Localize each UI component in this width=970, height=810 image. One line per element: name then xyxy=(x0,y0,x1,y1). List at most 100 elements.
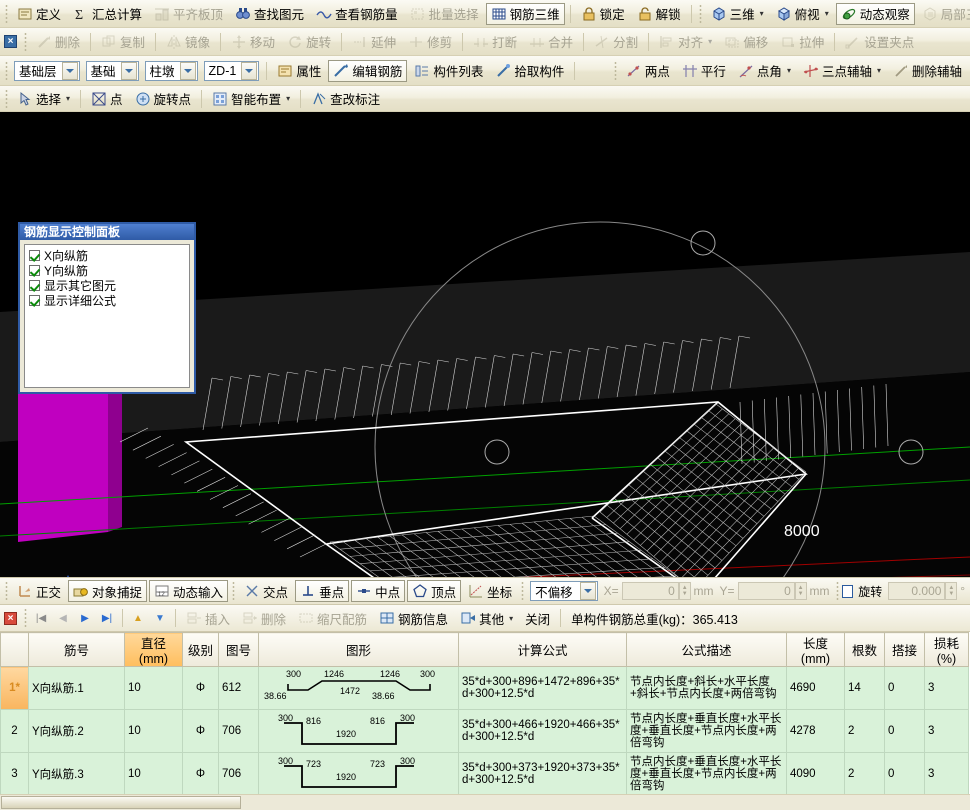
grid-header-shape_no[interactable]: 图号 xyxy=(219,633,259,667)
toolbar-button-lock[interactable]: 锁定 xyxy=(576,3,630,25)
nav-move-down[interactable]: ▼ xyxy=(149,608,171,628)
checkbox-icon[interactable] xyxy=(29,280,40,291)
rebar-grid-container[interactable]: 筋号直径(mm)级别图号图形计算公式公式描述长度(mm)根数搭接损耗(%) 1*… xyxy=(0,632,970,810)
cell-bar_no[interactable]: Y向纵筋.2 xyxy=(29,710,125,753)
toolbar-button-view-rebar[interactable]: 查看钢筋量 xyxy=(311,3,403,25)
nav-first-record[interactable]: |◀ xyxy=(30,608,52,628)
nav-move-up[interactable]: ▲ xyxy=(127,608,149,628)
toolbar-button-unlock[interactable]: 解锁 xyxy=(632,3,686,25)
cell-loss[interactable]: 3 xyxy=(925,667,969,710)
chevron-down-icon[interactable]: ▾ xyxy=(286,94,290,103)
cell-bar_no[interactable]: X向纵筋.1 xyxy=(29,667,125,710)
chevron-down-icon[interactable]: ▾ xyxy=(66,94,70,103)
cell-count[interactable]: 14 xyxy=(845,667,885,710)
close-panel-icon[interactable]: × xyxy=(4,612,17,625)
toolbar-grip[interactable] xyxy=(614,61,617,81)
cell-shape-diagram[interactable]: 3003007237231920 xyxy=(259,753,459,796)
cell-grade[interactable]: Φ xyxy=(183,753,219,796)
cell-shape_no[interactable]: 706 xyxy=(219,753,259,796)
checkbox-icon[interactable] xyxy=(29,265,40,276)
snap-toggle-perpendicular[interactable]: 垂点 xyxy=(295,580,349,602)
toolbar-grip[interactable] xyxy=(232,581,235,601)
3d-viewport[interactable]: 8000 3 Z X Y 钢筋显示控制面板 X向纵筋Y向纵筋显示其它图元显示详细… xyxy=(0,112,970,577)
x-input-stepper[interactable]: ▲▼ xyxy=(679,582,691,600)
chevron-down-icon[interactable]: ▾ xyxy=(760,9,764,18)
toolbar-button-point[interactable]: 点 xyxy=(86,88,128,110)
checkbox-icon[interactable] xyxy=(29,295,40,306)
toolbar-button-binoculars[interactable]: 查找图元 xyxy=(230,3,309,25)
toolbar-button-parallel[interactable]: 平行 xyxy=(677,60,731,82)
toolbar-button-rebar-info[interactable]: 钢筋信息 xyxy=(374,607,453,629)
status-toggle-osnap[interactable]: 对象捕捉 xyxy=(68,580,147,602)
toolbar-grip[interactable] xyxy=(5,4,8,24)
cell-lap[interactable]: 0 xyxy=(885,753,925,796)
toolbar-grip[interactable] xyxy=(699,4,702,24)
chevron-down-icon[interactable]: ▾ xyxy=(787,66,791,75)
toolbar-button-edit-rebar[interactable]: 编辑钢筋 xyxy=(328,60,407,82)
toolbar-button-rebar-3d[interactable]: 钢筋三维 xyxy=(486,3,565,25)
cell-diameter[interactable]: 10 xyxy=(125,667,183,710)
chevron-down-icon[interactable] xyxy=(580,582,596,600)
cell-lap[interactable]: 0 xyxy=(885,667,925,710)
chevron-down-icon[interactable] xyxy=(180,62,196,80)
toolbar-button-rotate-point[interactable]: 旋转点 xyxy=(130,88,197,110)
cell-loss[interactable]: 3 xyxy=(925,753,969,796)
table-row[interactable]: 1*X向纵筋.110Φ61230012461246300147238.6638.… xyxy=(1,667,969,710)
checkbox-icon[interactable] xyxy=(29,250,40,261)
grid-header-grade[interactable]: 级别 xyxy=(183,633,219,667)
toolbar-grip[interactable] xyxy=(5,581,8,601)
cell-shape-diagram[interactable]: 30012461246300147238.6638.66 xyxy=(259,667,459,710)
toolbar-button-orbit[interactable]: 动态观察 xyxy=(836,3,915,25)
toolbar-button-smart-layout[interactable]: 智能布置▾ xyxy=(207,88,295,110)
rebar-option-0[interactable]: X向纵筋 xyxy=(29,248,185,263)
toolbar-grip[interactable] xyxy=(24,32,27,52)
rotate-input-stepper[interactable]: ▲▼ xyxy=(945,582,957,600)
toolbar-grip[interactable] xyxy=(836,581,839,601)
horizontal-scrollbar[interactable] xyxy=(0,794,970,810)
cell-diameter[interactable]: 10 xyxy=(125,710,183,753)
y-input[interactable]: 0 xyxy=(738,582,795,600)
rebar-option-2[interactable]: 显示其它图元 xyxy=(29,278,185,293)
cell-grade[interactable]: Φ xyxy=(183,667,219,710)
cell-shape-diagram[interactable]: 3003008168161920 xyxy=(259,710,459,753)
toolbar-button-properties[interactable]: 属性 xyxy=(272,60,326,82)
cell-description[interactable]: 节点内长度+垂直长度+水平长度+垂直长度+节点内长度+两倍弯钩 xyxy=(627,753,787,796)
cell-lap[interactable]: 0 xyxy=(885,710,925,753)
toolbar-grip[interactable] xyxy=(24,608,27,628)
toolbar-button-cursor[interactable]: 选择▾ xyxy=(12,88,75,110)
offset-mode-select[interactable]: 不偏移 xyxy=(530,581,597,601)
cell-formula[interactable]: 35*d+300+896+1472+896+35*d+300+12.5*d xyxy=(459,667,627,710)
cell-diameter[interactable]: 10 xyxy=(125,753,183,796)
cell-shape_no[interactable]: 706 xyxy=(219,710,259,753)
toolbar-button-delete-axis[interactable]: 删除辅轴 xyxy=(888,60,967,82)
y-input-stepper[interactable]: ▲▼ xyxy=(795,582,807,600)
cell-length[interactable]: 4090 xyxy=(787,753,845,796)
row-header[interactable]: 1* xyxy=(1,667,29,710)
toolbar-button-cube-top[interactable]: 俯视▾ xyxy=(771,3,834,25)
spin-down-icon[interactable]: ▼ xyxy=(798,591,804,597)
toolbar-button-component-list[interactable]: 构件列表 xyxy=(409,60,488,82)
chevron-down-icon[interactable]: ▾ xyxy=(509,614,513,623)
chevron-down-icon[interactable]: ▾ xyxy=(825,9,829,18)
snap-toggle-intersection[interactable]: 交点 xyxy=(239,580,293,602)
grid-header-lap[interactable]: 搭接 xyxy=(885,633,925,667)
toolbar-grip[interactable] xyxy=(521,581,524,601)
component-kind-select[interactable]: 柱墩 xyxy=(145,61,198,81)
toolbar-grip[interactable] xyxy=(5,89,8,109)
rotate-input[interactable]: 0.000 xyxy=(888,582,945,600)
snap-toggle-midpoint[interactable]: 中点 xyxy=(351,580,405,602)
table-row[interactable]: 3Y向纵筋.310Φ706300300723723192035*d+300+37… xyxy=(1,753,969,796)
component-type-select[interactable]: 基础 xyxy=(86,61,139,81)
panel-close-icon[interactable]: × xyxy=(4,35,17,48)
toolbar-button-other[interactable]: 其他▾ xyxy=(455,607,518,629)
scrollbar-thumb[interactable] xyxy=(1,796,241,809)
spin-down-icon[interactable]: ▼ xyxy=(948,591,954,597)
nav-next-record[interactable]: ▶ xyxy=(74,608,96,628)
toolbar-button-close-table[interactable]: 关闭 xyxy=(520,607,555,629)
toolbar-button-two-point[interactable]: 两点 xyxy=(621,60,675,82)
snap-toggle-coordinate[interactable]: 坐标 xyxy=(463,580,517,602)
row-header[interactable]: 2 xyxy=(1,710,29,753)
cell-grade[interactable]: Φ xyxy=(183,710,219,753)
table-row[interactable]: 2Y向纵筋.210Φ706300300816816192035*d+300+46… xyxy=(1,710,969,753)
component-name-select[interactable]: ZD-1 xyxy=(204,61,260,81)
